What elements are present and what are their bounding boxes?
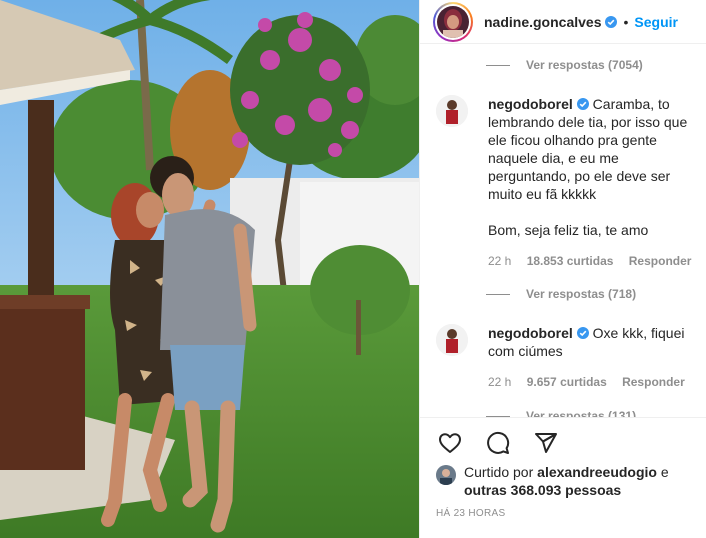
post-footer: Curtido por alexandreeudogio e outras 36… <box>420 417 706 538</box>
separator-dot: • <box>623 13 629 30</box>
author-avatar[interactable] <box>433 1 473 42</box>
heart-icon <box>439 433 461 453</box>
verified-icon <box>605 15 618 28</box>
view-replies-button[interactable]: Ver respostas (718) <box>486 286 636 302</box>
reply-button[interactable]: Responder <box>622 375 685 389</box>
commenter-username[interactable]: negodoborel <box>488 325 573 341</box>
likes-count[interactable]: outras 368.093 pessoas <box>464 482 621 498</box>
share-button[interactable] <box>526 427 566 459</box>
comment-text-2: Bom, seja feliz tia, te amo <box>488 222 649 238</box>
liked-by-text: Curtido por alexandreeudogio e outras 36… <box>464 463 699 499</box>
replies-line-divider <box>486 293 510 295</box>
liker-username[interactable]: alexandreeudogio <box>537 464 657 480</box>
comment-time[interactable]: 22 h <box>488 254 511 268</box>
like-button[interactable] <box>430 427 470 459</box>
post-header: nadine.goncalves • Seguir <box>420 0 706 44</box>
author-username[interactable]: nadine.goncalves <box>484 14 601 30</box>
view-replies-label: Ver respostas (7054) <box>526 58 643 72</box>
liker-avatar-image <box>436 465 456 485</box>
reply-button[interactable]: Responder <box>629 254 692 268</box>
commenter-avatar[interactable] <box>436 324 468 356</box>
view-replies-label: Ver respostas (718) <box>526 287 637 301</box>
post-photo[interactable] <box>0 0 419 538</box>
action-bar <box>430 427 566 459</box>
commenter-avatar-image <box>436 324 468 356</box>
comment-icon <box>487 431 510 454</box>
comment-meta: 22 h 18.853 curtidas Responder <box>488 254 691 268</box>
view-replies-label: Ver respostas (131) <box>526 409 637 417</box>
comment-body: negodoborel Oxe kkk, fiquei com ciúmes <box>488 324 703 360</box>
author-avatar-image <box>437 5 469 38</box>
comment-likes[interactable]: 9.657 curtidas <box>527 375 607 389</box>
commenter-avatar[interactable] <box>436 95 468 127</box>
comment-meta: 22 h 9.657 curtidas Responder <box>488 375 685 389</box>
comments-list[interactable]: Ver respostas (7054) negodoborel Caramba… <box>420 45 706 417</box>
liker-avatar[interactable] <box>436 465 456 485</box>
comment-body: negodoborel Caramba, to lembrando dele t… <box>488 95 703 239</box>
verified-icon <box>576 98 589 110</box>
commenter-username[interactable]: negodoborel <box>488 96 573 112</box>
post-image <box>0 0 419 538</box>
share-icon <box>535 433 557 453</box>
post-timestamp[interactable]: HÁ 23 HORAS <box>436 508 505 519</box>
view-replies-button[interactable]: Ver respostas (7054) <box>486 57 643 73</box>
verified-icon <box>576 327 589 339</box>
liked-by-prefix: Curtido por <box>464 464 534 480</box>
replies-line-divider <box>486 64 510 66</box>
follow-button[interactable]: Seguir <box>634 14 678 30</box>
liked-by-connector: e <box>660 464 669 480</box>
view-replies-button[interactable]: Ver respostas (131) <box>486 408 636 417</box>
comment-likes[interactable]: 18.853 curtidas <box>527 254 614 268</box>
comment-time[interactable]: 22 h <box>488 375 511 389</box>
post-panel: nadine.goncalves • Seguir Ver respostas … <box>419 0 706 538</box>
comment-button[interactable] <box>478 427 518 459</box>
commenter-avatar-image <box>436 95 468 127</box>
